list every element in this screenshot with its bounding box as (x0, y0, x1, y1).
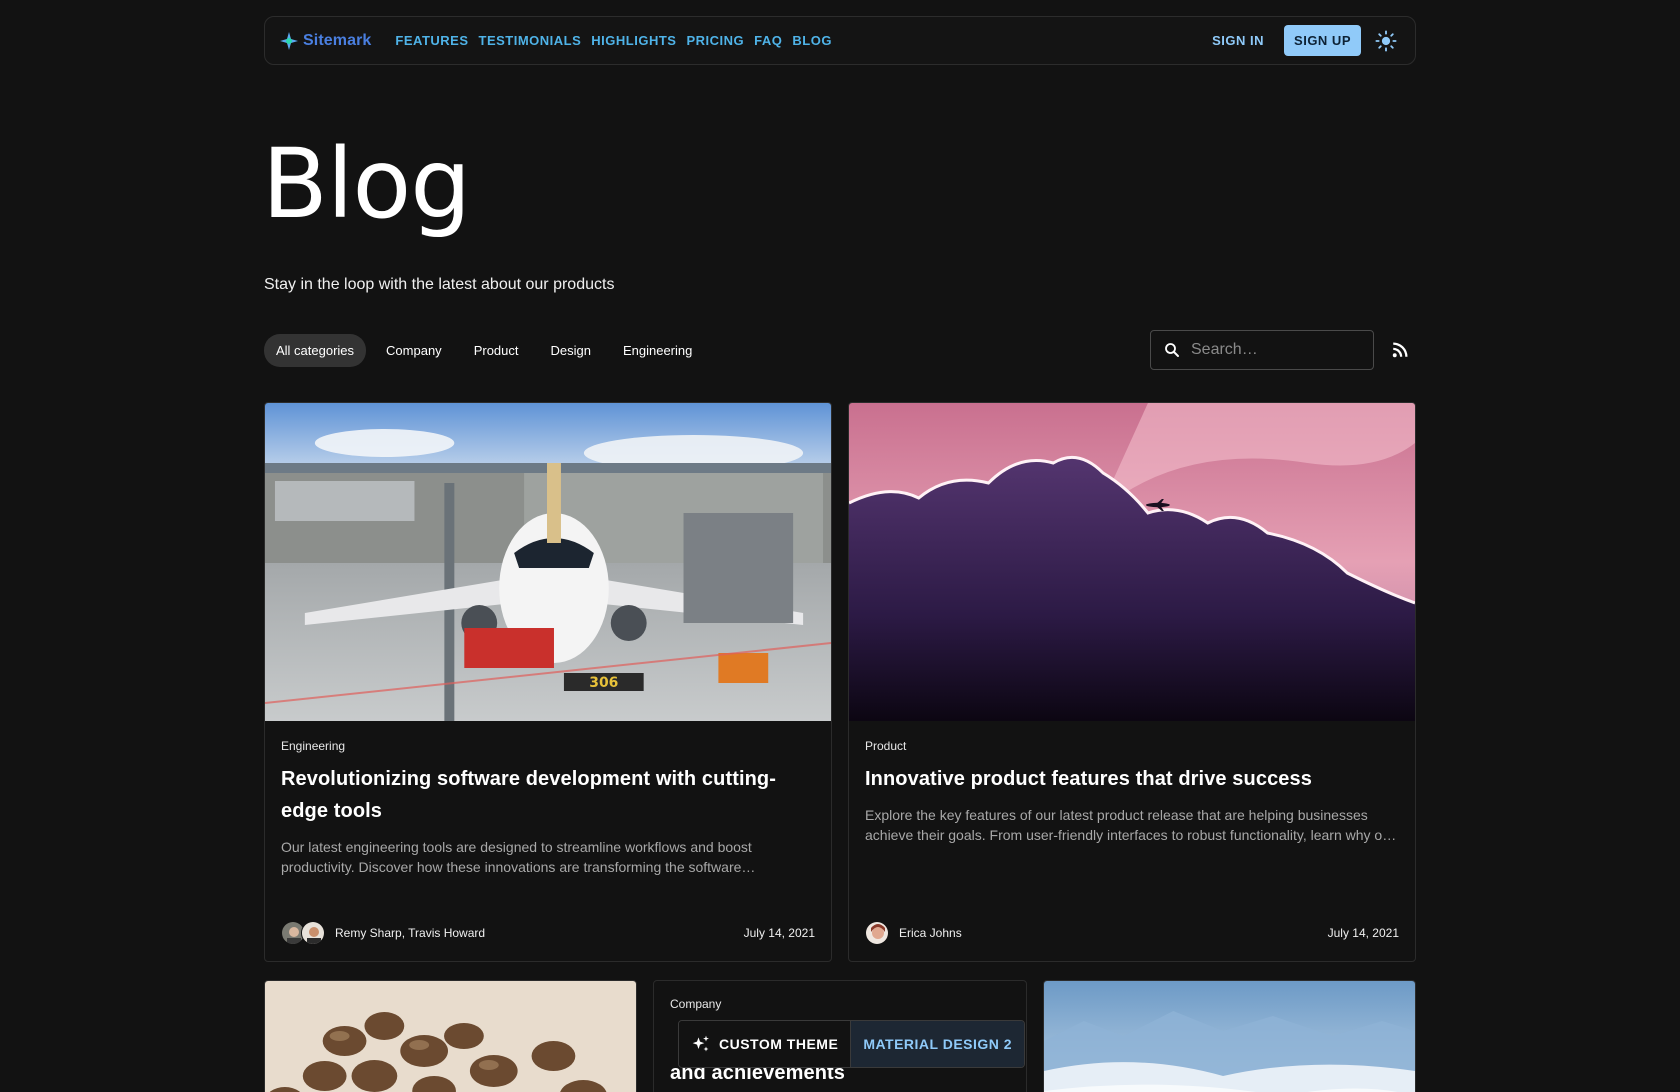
sun-icon (1375, 29, 1397, 52)
search-field (1150, 330, 1374, 370)
app-bar: Sitemark FEATURES TESTIMONIALS HIGHLIGHT… (264, 16, 1416, 65)
card-category: Product (865, 739, 907, 753)
nav-link-features[interactable]: FEATURES (395, 29, 468, 52)
card-footer: Erica Johns July 14, 2021 (865, 921, 1399, 945)
chip-company[interactable]: Company (374, 334, 454, 367)
card-description: Our latest engineering tools are designe… (281, 839, 752, 875)
avatar (301, 921, 325, 945)
card-image-plane-clouds (849, 403, 1415, 721)
blog-card[interactable] (264, 980, 637, 1092)
search-icon (1165, 343, 1179, 357)
nav-links: FEATURES TESTIMONIALS HIGHLIGHTS PRICING… (395, 29, 832, 52)
card-category: Company (670, 997, 722, 1011)
chip-design[interactable]: Design (539, 334, 603, 367)
card-image-coffee-beans (265, 981, 636, 1092)
card-description: Explore the key features of our latest p… (865, 807, 1395, 843)
card-authors: Remy Sharp, Travis Howard (335, 926, 486, 940)
avatar (865, 921, 889, 945)
blog-card[interactable]: 306 Engineering Revolutionizing software… (264, 402, 832, 962)
chip-all-categories[interactable]: All categories (264, 334, 367, 367)
nav-link-testimonials[interactable]: TESTIMONIALS (479, 29, 582, 52)
nav-actions: SIGN IN SIGN UP (1202, 25, 1401, 56)
card-category: Engineering (281, 739, 346, 753)
sign-up-button[interactable]: SIGN UP (1284, 25, 1361, 56)
sign-in-button[interactable]: SIGN IN (1202, 25, 1274, 56)
card-image-mountains (1044, 981, 1415, 1092)
card-content: Product Innovative product features that… (849, 721, 1415, 845)
card-title: Revolutionizing software development wit… (281, 768, 777, 822)
rss-feed-button[interactable] (1386, 336, 1414, 364)
card-date: July 14, 2021 (743, 926, 815, 940)
card-authors: Erica Johns (899, 926, 962, 940)
page-subtitle: Stay in the loop with the latest about o… (264, 276, 615, 293)
rss-icon (1392, 342, 1408, 358)
card-title: Innovative product features that drive s… (865, 768, 1312, 790)
card-date: July 14, 2021 (1327, 926, 1399, 940)
auto-awesome-icon (692, 1035, 709, 1052)
blog-card[interactable]: Product Innovative product features that… (848, 402, 1416, 962)
material-design-2-button[interactable]: MATERIAL DESIGN 2 (850, 1021, 1025, 1067)
category-filter: All categories Company Product Design En… (264, 334, 704, 367)
nav-link-faq[interactable]: FAQ (754, 29, 782, 52)
nav-link-blog[interactable]: BLOG (792, 29, 832, 52)
page-title: Blog (262, 128, 471, 240)
theme-toggle-button[interactable] (1371, 26, 1401, 56)
svg-text:306: 306 (589, 675, 618, 691)
chip-engineering[interactable]: Engineering (611, 334, 704, 367)
nav-link-pricing[interactable]: PRICING (686, 29, 744, 52)
chip-product[interactable]: Product (462, 334, 531, 367)
card-footer: Remy Sharp, Travis Howard July 14, 2021 (281, 921, 815, 945)
sitemark-logo-icon (280, 31, 298, 50)
theme-switcher: CUSTOM THEME MATERIAL DESIGN 2 (678, 1020, 1026, 1068)
blog-card[interactable] (1043, 980, 1416, 1092)
author-avatars (865, 921, 889, 945)
custom-theme-button[interactable]: CUSTOM THEME (679, 1021, 851, 1067)
custom-theme-label: CUSTOM THEME (719, 1036, 839, 1052)
card-content: Engineering Revolutionizing software dev… (265, 721, 831, 877)
nav-link-highlights[interactable]: HIGHLIGHTS (591, 29, 676, 52)
card-image-airplane: 306 (265, 403, 831, 721)
author-avatars (281, 921, 325, 945)
logo-text: Sitemark (303, 31, 372, 49)
search-input[interactable] (1191, 341, 1351, 359)
sitemark-logo[interactable]: Sitemark (279, 31, 371, 51)
material-design-2-label: MATERIAL DESIGN 2 (863, 1036, 1013, 1052)
